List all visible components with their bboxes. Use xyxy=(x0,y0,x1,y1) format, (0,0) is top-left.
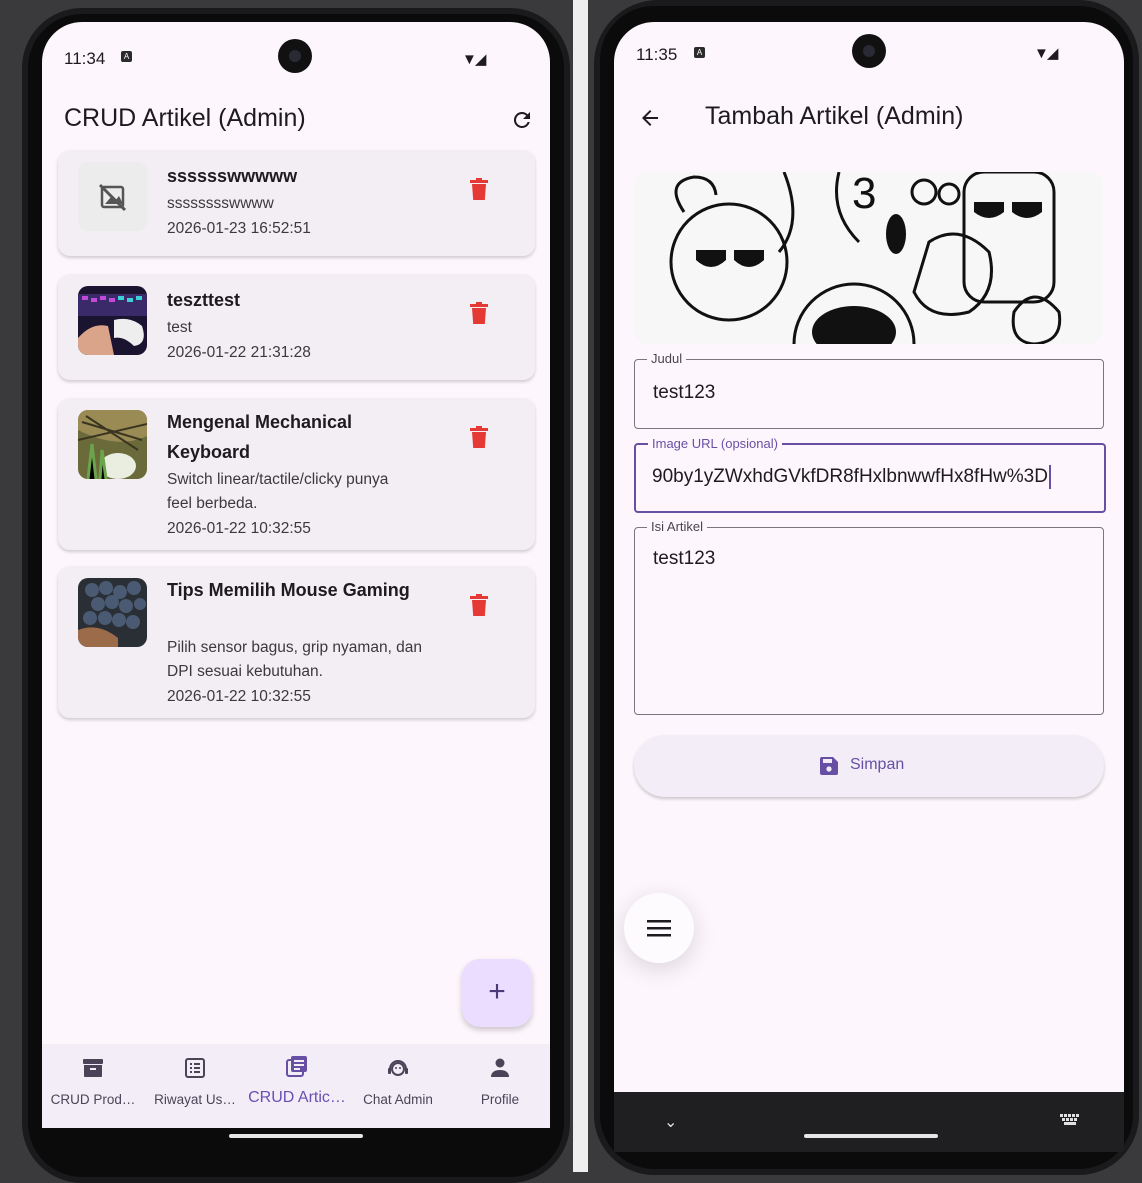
judul-label: Judul xyxy=(647,351,687,366)
judul-field[interactable]: Judul test123 xyxy=(634,351,1104,429)
screen-article-list: 11:34 A ▼◢ CRUD Artikel (Admin) ssssssww… xyxy=(42,22,550,1128)
status-time: 11:34 xyxy=(64,49,106,68)
archive-icon xyxy=(83,1059,103,1077)
notification-a-icon: A xyxy=(694,47,705,58)
page-title: Tambah Artikel (Admin) xyxy=(705,102,964,130)
gesture-home-bar[interactable] xyxy=(804,1134,938,1138)
isi-artikel-label: Isi Artikel xyxy=(647,519,708,534)
status-time: 11:35 xyxy=(636,45,678,64)
front-camera xyxy=(278,39,312,73)
delete-icon[interactable] xyxy=(470,426,488,448)
article-content: sssssssswwww xyxy=(167,195,274,212)
text-caret xyxy=(1048,465,1051,489)
article-title: Tips Memilih Mouse Gaming xyxy=(167,580,410,600)
refresh-icon[interactable] xyxy=(510,108,534,132)
nav-label: CRUD Prod… xyxy=(50,1092,136,1107)
list-icon xyxy=(185,1058,205,1078)
add-article-button[interactable]: + xyxy=(462,959,532,1027)
article-date: 2026-01-23 16:52:51 xyxy=(167,220,311,237)
judul-input[interactable]: test123 xyxy=(653,382,715,404)
delete-icon[interactable] xyxy=(470,594,488,616)
article-content: Switch linear/tactile/clicky punya feel … xyxy=(167,471,389,512)
delete-icon[interactable] xyxy=(470,302,488,324)
article-icon xyxy=(286,1056,307,1077)
image-url-value: 90by1yZWxhdGVkfDR8fHxlbnwwfHx8fHw%3D xyxy=(652,466,1048,488)
menu-icon xyxy=(647,920,671,937)
isi-artikel-field[interactable]: Isi Artikel test123 xyxy=(634,519,1104,715)
screen-add-article: 11:35 A ▼◢ Tambah Artikel (Admin) 3 Judu… xyxy=(614,22,1124,1092)
delete-icon[interactable] xyxy=(470,178,488,200)
notification-a-icon: A xyxy=(121,51,132,62)
menu-fab-button[interactable] xyxy=(624,893,694,963)
save-label: Simpan xyxy=(850,756,905,773)
person-icon xyxy=(491,1058,509,1077)
article-content: Pilih sensor bagus, grip nyaman, dan DPI… xyxy=(167,639,423,680)
screenshot-divider xyxy=(573,0,588,1172)
article-card[interactable]: sssssswwwww sssssssswwww 2026-01-23 16:5… xyxy=(58,150,535,256)
phone-frame-left: 11:34 A ▼◢ CRUD Artikel (Admin) ssssssww… xyxy=(22,8,570,1183)
article-content: test xyxy=(167,319,192,336)
wifi-signal-icon: ▼◢ xyxy=(1034,45,1058,62)
chevron-down-icon[interactable]: ⌄ xyxy=(664,1112,677,1132)
nav-label: Profile xyxy=(480,1092,520,1107)
back-arrow-icon[interactable] xyxy=(638,106,662,130)
image-url-input[interactable]: 90by1yZWxhdGVkfDR8fHxlbnwwfHx8fHw%3D xyxy=(652,465,1051,489)
gaming-keyboard-photo xyxy=(78,286,147,355)
article-card[interactable]: teszttest test 2026-01-22 21:31:28 xyxy=(58,274,535,380)
article-title: teszttest xyxy=(167,290,241,310)
nav-label: Chat Admin xyxy=(363,1092,433,1107)
article-image-preview: 3 xyxy=(634,172,1103,344)
article-card[interactable]: Tips Memilih Mouse Gaming Pilih sensor b… xyxy=(58,566,535,718)
status-bar: 11:34 A ▼◢ xyxy=(42,22,550,73)
isi-artikel-input[interactable]: test123 xyxy=(653,548,715,570)
grapes-photo xyxy=(78,578,147,647)
plant-photo xyxy=(78,410,147,479)
article-date: 2026-01-22 21:31:28 xyxy=(167,344,311,361)
article-date: 2026-01-22 10:32:55 xyxy=(167,520,311,537)
nav-label: Riwayat Us… xyxy=(154,1092,236,1107)
wifi-signal-icon: ▼◢ xyxy=(462,51,486,68)
save-icon xyxy=(820,757,838,775)
save-button[interactable]: Simpan xyxy=(634,735,1104,797)
image-url-label: Image URL (opsional) xyxy=(648,436,782,451)
article-title: Mengenal Mechanical Keyboard xyxy=(167,412,353,462)
no-image-icon xyxy=(78,162,147,231)
gesture-home-bar[interactable] xyxy=(229,1134,363,1138)
phone-frame-right: 11:35 A ▼◢ Tambah Artikel (Admin) 3 Judu… xyxy=(594,0,1139,1175)
article-date: 2026-01-22 10:32:55 xyxy=(167,688,311,705)
article-title: sssssswwwww xyxy=(167,166,298,186)
status-bar: 11:35 A ▼◢ xyxy=(614,22,1124,70)
nav-label: CRUD Artic… xyxy=(248,1089,346,1106)
system-navigation-bar: ⌄ xyxy=(614,1092,1124,1152)
support-agent-icon xyxy=(388,1060,408,1076)
svg-text:3: 3 xyxy=(852,172,876,218)
image-url-field[interactable]: Image URL (opsional) 90by1yZWxhdGVkfDR8f… xyxy=(634,436,1106,513)
article-card[interactable]: Mengenal Mechanical Keyboard Switch line… xyxy=(58,398,535,550)
bottom-navigation: CRUD Prod… Riwayat Us… CRUD Artic… Chat … xyxy=(42,1044,550,1128)
page-title: CRUD Artikel (Admin) xyxy=(64,104,306,132)
front-camera xyxy=(852,34,886,68)
keyboard-icon[interactable] xyxy=(1060,1114,1080,1126)
